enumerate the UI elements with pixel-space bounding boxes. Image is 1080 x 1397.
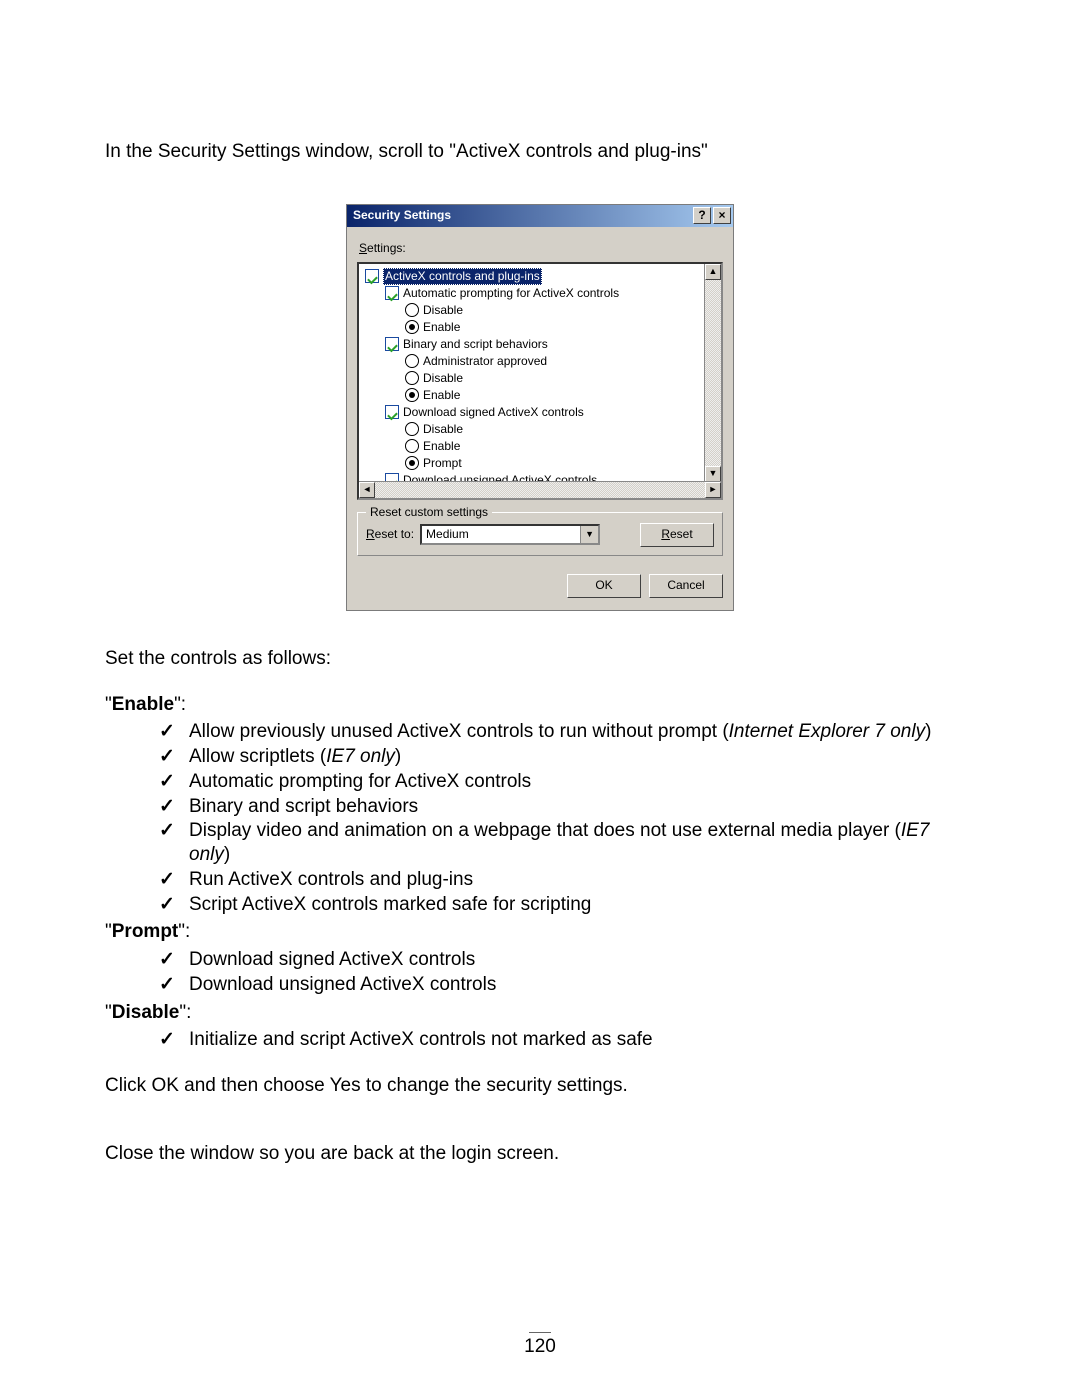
combo-value: Medium [426, 527, 469, 542]
disable-heading: "Disable": [105, 1001, 975, 1025]
chevron-right-icon: ► [709, 484, 718, 495]
radio-label: Enable [423, 319, 460, 336]
vertical-scrollbar[interactable]: ▲ ▼ [704, 264, 721, 482]
tree-group-activex[interactable]: ActiveX controls and plug-ins [365, 268, 715, 285]
radio-icon [405, 320, 419, 334]
page-number: 120 [0, 1335, 1080, 1359]
cancel-button[interactable]: Cancel [649, 574, 723, 598]
radio-icon [405, 422, 419, 436]
scrollbar-track[interactable] [705, 280, 721, 466]
tree-item-label: Download signed ActiveX controls [403, 404, 584, 421]
radio-label: Disable [423, 421, 463, 438]
click-ok-paragraph: Click OK and then choose Yes to change t… [105, 1074, 975, 1098]
list-item: Download unsigned ActiveX controls [159, 973, 975, 997]
disable-list: Initialize and script ActiveX controls n… [105, 1028, 975, 1052]
activex-icon [385, 405, 399, 419]
enable-list: Allow previously unused ActiveX controls… [105, 720, 975, 916]
radio-icon [405, 371, 419, 385]
security-settings-dialog: Security Settings ? × SSettings:ettings:… [346, 204, 734, 611]
dialog-titlebar: Security Settings ? × [347, 205, 733, 227]
radio-label: Disable [423, 370, 463, 387]
settings-tree[interactable]: ActiveX controls and plug-ins Automatic … [357, 262, 723, 500]
reset-level-combo[interactable]: Medium ▼ [420, 524, 600, 545]
radio-label: Enable [423, 387, 460, 404]
reset-fieldset: Reset custom settings Reset to: Reset to… [357, 512, 723, 556]
radio-icon [405, 388, 419, 402]
ok-button[interactable]: OK [567, 574, 641, 598]
dialog-title: Security Settings [353, 208, 451, 223]
list-item: Initialize and script ActiveX controls n… [159, 1028, 975, 1052]
radio-label: Prompt [423, 455, 462, 472]
radio-icon [405, 439, 419, 453]
combo-drop-button[interactable]: ▼ [580, 526, 598, 543]
close-icon: × [718, 209, 725, 221]
radio-icon [405, 456, 419, 470]
scrollbar-track[interactable] [375, 482, 705, 498]
chevron-left-icon: ◄ [363, 484, 372, 495]
close-window-paragraph: Close the window so you are back at the … [105, 1142, 975, 1166]
tree-group-label: ActiveX controls and plug-ins [383, 268, 542, 285]
tree-item-auto-prompt[interactable]: Automatic prompting for ActiveX controls [365, 285, 715, 302]
activex-icon [385, 286, 399, 300]
tree-item-label: Binary and script behaviors [403, 336, 548, 353]
dialog-body: SSettings:ettings: ActiveX controls and … [347, 227, 733, 610]
prompt-list: Download signed ActiveX controls Downloa… [105, 948, 975, 997]
scroll-down-button[interactable]: ▼ [705, 466, 721, 482]
prompt-heading: "Prompt": [105, 920, 975, 944]
list-item: Binary and script behaviors [159, 795, 975, 819]
reset-to-label: Reset to: [366, 527, 414, 542]
scroll-right-button[interactable]: ► [705, 482, 721, 498]
document-page: In the Security Settings window, scroll … [0, 0, 1080, 1397]
tree-item-dl-signed[interactable]: Download signed ActiveX controls [365, 404, 715, 421]
chevron-down-icon: ▼ [709, 468, 718, 479]
help-icon: ? [698, 209, 705, 221]
tree-item-binary[interactable]: Binary and script behaviors [365, 336, 715, 353]
radio-row[interactable]: Disable [365, 370, 715, 387]
reset-legend: Reset custom settings [366, 505, 492, 520]
list-item: Run ActiveX controls and plug-ins [159, 868, 975, 892]
radio-row[interactable]: Disable [365, 421, 715, 438]
list-item: Display video and animation on a webpage… [159, 819, 975, 867]
scroll-left-button[interactable]: ◄ [359, 482, 375, 498]
radio-icon [405, 303, 419, 317]
list-item: Download signed ActiveX controls [159, 948, 975, 972]
list-item: Automatic prompting for ActiveX controls [159, 770, 975, 794]
radio-row[interactable]: Prompt [365, 455, 715, 472]
radio-row[interactable]: Enable [365, 387, 715, 404]
list-item: Allow previously unused ActiveX controls… [159, 720, 975, 744]
activex-icon [365, 269, 379, 283]
horizontal-scrollbar[interactable]: ◄ ► [359, 481, 721, 498]
radio-icon [405, 354, 419, 368]
intro-paragraph: In the Security Settings window, scroll … [105, 140, 975, 164]
settings-label: SSettings:ettings: [359, 241, 723, 256]
chevron-up-icon: ▲ [709, 266, 718, 277]
radio-row[interactable]: Disable [365, 302, 715, 319]
help-button[interactable]: ? [693, 207, 711, 224]
radio-label: Administrator approved [423, 353, 547, 370]
radio-row[interactable]: Administrator approved [365, 353, 715, 370]
tree-item-label: Automatic prompting for ActiveX controls [403, 285, 619, 302]
chevron-down-icon: ▼ [585, 529, 594, 540]
enable-heading: "Enable": [105, 693, 975, 717]
page-footer: 120 [0, 1332, 1080, 1359]
radio-row[interactable]: Enable [365, 319, 715, 336]
radio-row[interactable]: Enable [365, 438, 715, 455]
close-button[interactable]: × [713, 207, 731, 224]
radio-label: Disable [423, 302, 463, 319]
scroll-up-button[interactable]: ▲ [705, 264, 721, 280]
dialog-container: Security Settings ? × SSettings:ettings:… [105, 204, 975, 611]
activex-icon [385, 337, 399, 351]
set-controls-paragraph: Set the controls as follows: [105, 647, 975, 671]
reset-button[interactable]: Reset [640, 523, 714, 547]
list-item: Allow scriptlets (IE7 only) [159, 745, 975, 769]
list-item: Script ActiveX controls marked safe for … [159, 893, 975, 917]
radio-label: Enable [423, 438, 460, 455]
